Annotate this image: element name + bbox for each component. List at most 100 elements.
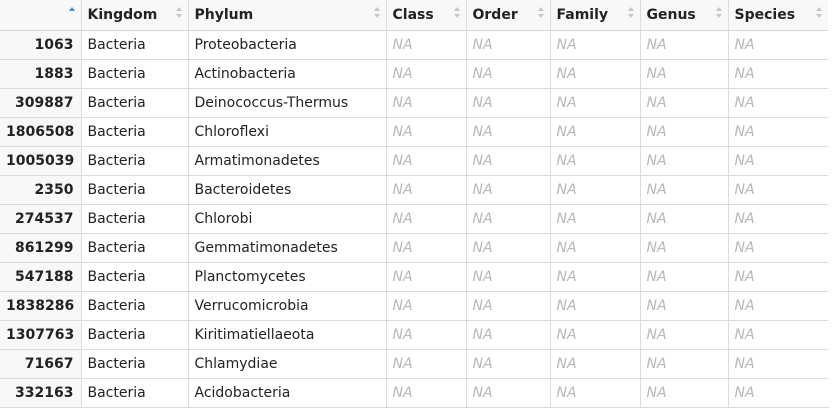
phylum-cell: Deinococcus-Thermus [188, 88, 387, 118]
phylum-cell: Planctomycetes [188, 262, 387, 292]
row-name-cell: 2350 [0, 175, 82, 205]
order-cell: NA [466, 117, 551, 147]
row-name-cell: 1806508 [0, 117, 82, 147]
order-cell: NA [466, 88, 551, 118]
table-row: 1307763 Bacteria Kiritimatiellaeota NA N… [0, 320, 829, 350]
table-row: 332163 Bacteria Acidobacteria NA NA NA N… [0, 378, 829, 408]
table-row: 1005039 Bacteria Armatimonadetes NA NA N… [0, 146, 829, 176]
column-header-order[interactable]: Order [466, 0, 551, 31]
class-cell: NA [386, 30, 467, 60]
genus-cell: NA [640, 117, 729, 147]
family-cell: NA [550, 146, 641, 176]
table-row: 2350 Bacteria Bacteroidetes NA NA NA NA … [0, 175, 829, 205]
table-row: 1063 Bacteria Proteobacteria NA NA NA NA… [0, 30, 829, 60]
column-header-kingdom[interactable]: Kingdom [81, 0, 189, 31]
genus-cell: NA [640, 349, 729, 379]
column-header-label: Kingdom [87, 6, 158, 23]
row-names-header[interactable] [0, 0, 82, 31]
genus-cell: NA [640, 320, 729, 350]
class-cell: NA [386, 175, 467, 205]
column-header-phylum[interactable]: Phylum [188, 0, 387, 31]
kingdom-cell: Bacteria [81, 204, 189, 234]
row-name-cell: 1883 [0, 59, 82, 89]
order-cell: NA [466, 378, 551, 408]
column-header-label: Order [472, 6, 518, 23]
column-header-label: Species [734, 6, 796, 23]
column-header-class[interactable]: Class [386, 0, 467, 31]
kingdom-cell: Bacteria [81, 59, 189, 89]
genus-cell: NA [640, 262, 729, 292]
species-cell: NA [728, 146, 829, 176]
class-cell: NA [386, 233, 467, 263]
class-cell: NA [386, 204, 467, 234]
genus-cell: NA [640, 291, 729, 321]
genus-cell: NA [640, 204, 729, 234]
class-cell: NA [386, 88, 467, 118]
sort-icon[interactable] [537, 6, 545, 20]
viewer-edge [828, 0, 833, 407]
table-row: 1838286 Bacteria Verrucomicrobia NA NA N… [0, 291, 829, 321]
sort-icon[interactable] [453, 6, 461, 20]
kingdom-cell: Bacteria [81, 88, 189, 118]
row-name-cell: 1005039 [0, 146, 82, 176]
phylum-cell: Armatimonadetes [188, 146, 387, 176]
column-header-label: Genus [646, 6, 696, 23]
family-cell: NA [550, 88, 641, 118]
table-row: 274537 Bacteria Chlorobi NA NA NA NA NA [0, 204, 829, 234]
class-cell: NA [386, 378, 467, 408]
row-name-cell: 1307763 [0, 320, 82, 350]
sort-ascending-icon[interactable] [68, 6, 76, 20]
column-header-family[interactable]: Family [550, 0, 641, 31]
kingdom-cell: Bacteria [81, 117, 189, 147]
phylum-cell: Chloroflexi [188, 117, 387, 147]
column-header-label: Class [392, 6, 434, 23]
header-row: Kingdom Phylum Class Order Family Genus [0, 0, 829, 31]
sort-icon[interactable] [815, 6, 823, 20]
row-name-cell: 332163 [0, 378, 82, 408]
data-viewer-table: Kingdom Phylum Class Order Family Genus [0, 0, 829, 408]
family-cell: NA [550, 378, 641, 408]
species-cell: NA [728, 117, 829, 147]
family-cell: NA [550, 291, 641, 321]
order-cell: NA [466, 175, 551, 205]
table-row: 71667 Bacteria Chlamydiae NA NA NA NA NA [0, 349, 829, 379]
phylum-cell: Bacteroidetes [188, 175, 387, 205]
order-cell: NA [466, 59, 551, 89]
family-cell: NA [550, 204, 641, 234]
genus-cell: NA [640, 378, 729, 408]
sort-icon[interactable] [627, 6, 635, 20]
species-cell: NA [728, 30, 829, 60]
species-cell: NA [728, 233, 829, 263]
species-cell: NA [728, 59, 829, 89]
genus-cell: NA [640, 88, 729, 118]
phylum-cell: Actinobacteria [188, 59, 387, 89]
column-header-species[interactable]: Species [728, 0, 829, 31]
kingdom-cell: Bacteria [81, 146, 189, 176]
column-header-genus[interactable]: Genus [640, 0, 729, 31]
sort-icon[interactable] [373, 6, 381, 20]
species-cell: NA [728, 175, 829, 205]
table-row: 547188 Bacteria Planctomycetes NA NA NA … [0, 262, 829, 292]
row-name-cell: 309887 [0, 88, 82, 118]
phylum-cell: Gemmatimonadetes [188, 233, 387, 263]
sort-icon[interactable] [715, 6, 723, 20]
kingdom-cell: Bacteria [81, 291, 189, 321]
class-cell: NA [386, 146, 467, 176]
kingdom-cell: Bacteria [81, 349, 189, 379]
row-name-cell: 861299 [0, 233, 82, 263]
row-name-cell: 1838286 [0, 291, 82, 321]
species-cell: NA [728, 291, 829, 321]
row-name-cell: 1063 [0, 30, 82, 60]
family-cell: NA [550, 320, 641, 350]
class-cell: NA [386, 349, 467, 379]
column-header-label: Phylum [194, 6, 254, 23]
species-cell: NA [728, 320, 829, 350]
sort-icon[interactable] [175, 6, 183, 20]
row-name-cell: 274537 [0, 204, 82, 234]
order-cell: NA [466, 262, 551, 292]
family-cell: NA [550, 349, 641, 379]
order-cell: NA [466, 146, 551, 176]
table-row: 1883 Bacteria Actinobacteria NA NA NA NA… [0, 59, 829, 89]
kingdom-cell: Bacteria [81, 378, 189, 408]
order-cell: NA [466, 349, 551, 379]
